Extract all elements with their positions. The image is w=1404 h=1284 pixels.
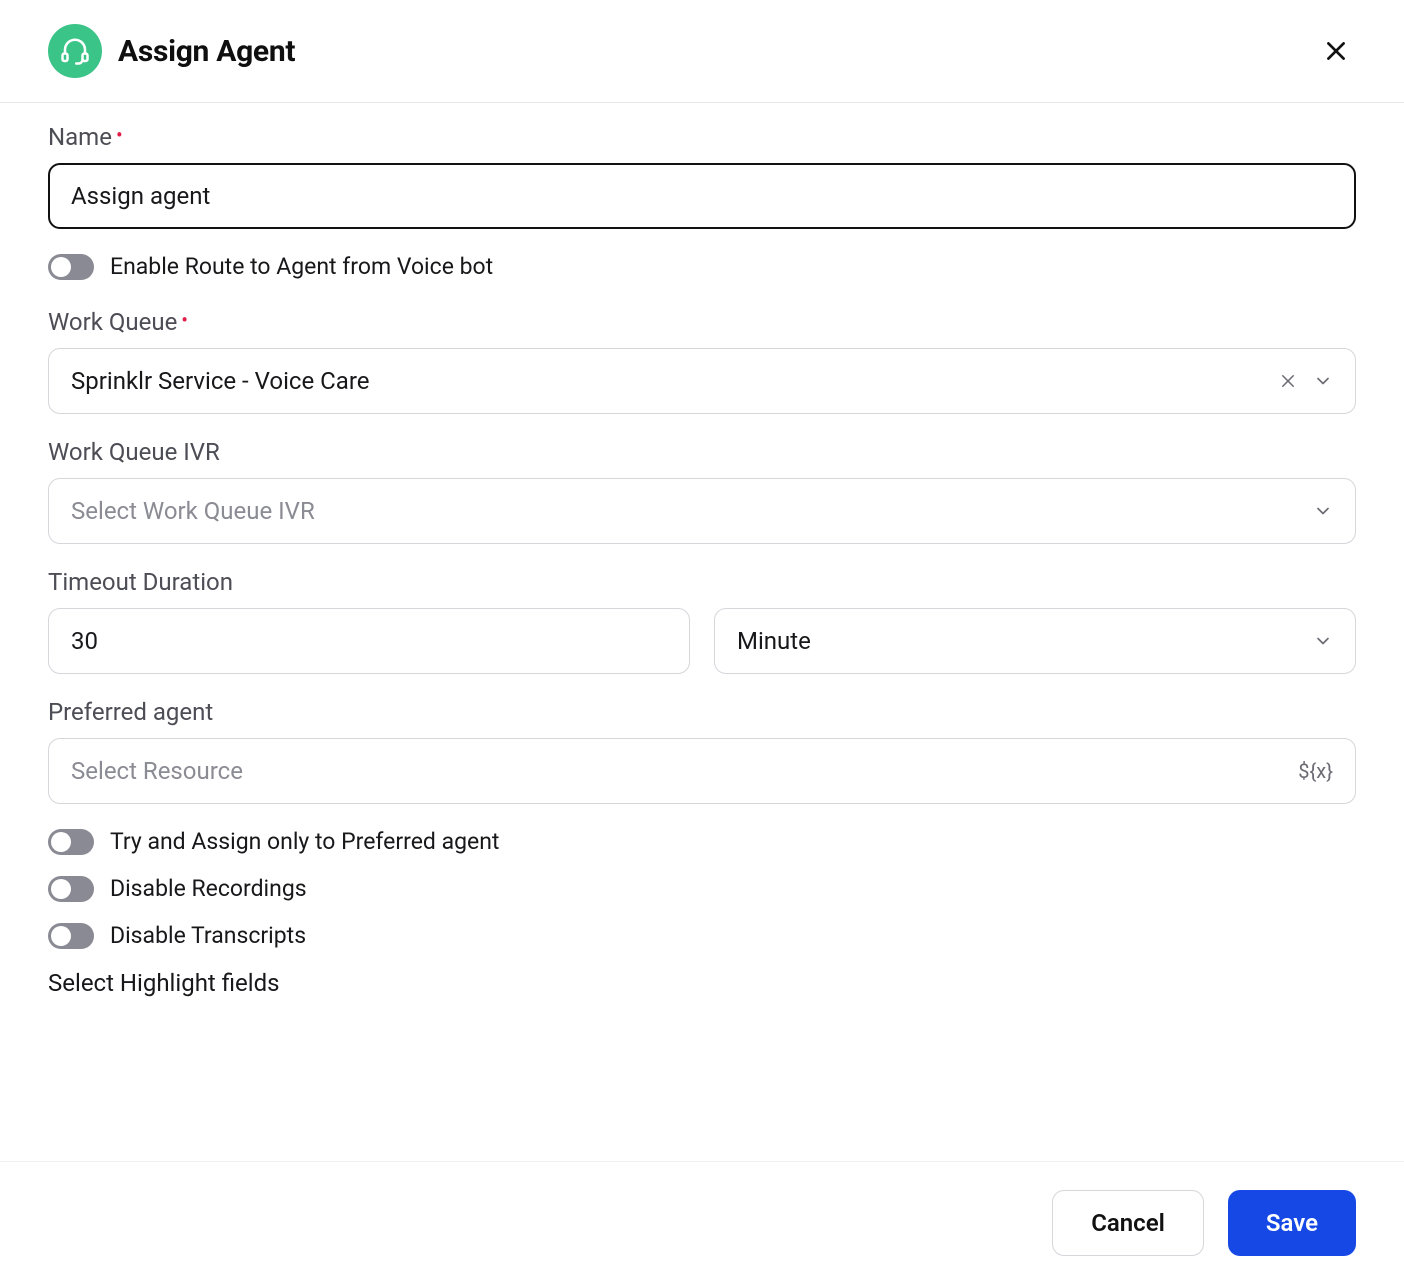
field-work-queue-ivr: Work Queue IVR Select Work Queue IVR xyxy=(48,438,1356,544)
chevron-down-icon[interactable] xyxy=(1313,501,1333,521)
header-left: Assign Agent xyxy=(48,24,295,78)
dialog-title: Assign Agent xyxy=(118,34,295,69)
work-queue-icons xyxy=(1279,371,1333,391)
required-indicator: • xyxy=(181,310,188,330)
field-work-queue: Work Queue • Sprinklr Service - Voice Ca… xyxy=(48,308,1356,414)
work-queue-ivr-placeholder: Select Work Queue IVR xyxy=(71,497,1313,525)
name-label-text: Name xyxy=(48,123,112,151)
name-label: Name • xyxy=(48,123,123,151)
preferred-agent-label: Preferred agent xyxy=(48,698,213,726)
try-assign-toggle[interactable] xyxy=(48,829,94,855)
field-preferred-agent: Preferred agent Select Resource ${x} xyxy=(48,698,1356,804)
work-queue-ivr-select[interactable]: Select Work Queue IVR xyxy=(48,478,1356,544)
timeout-unit-icons xyxy=(1313,631,1333,651)
work-queue-value: Sprinklr Service - Voice Care xyxy=(71,367,1279,395)
variable-hint[interactable]: ${x} xyxy=(1298,759,1333,783)
try-assign-row: Try and Assign only to Preferred agent xyxy=(48,828,1356,855)
form-body: Name • Enable Route to Agent from Voice … xyxy=(0,103,1404,1161)
enable-route-label: Enable Route to Agent from Voice bot xyxy=(110,253,493,280)
preferred-agent-placeholder: Select Resource xyxy=(71,757,1298,785)
headset-icon xyxy=(48,24,102,78)
close-button[interactable] xyxy=(1316,31,1356,71)
clear-icon[interactable] xyxy=(1279,372,1297,390)
cancel-button[interactable]: Cancel xyxy=(1052,1190,1204,1256)
disable-recordings-row: Disable Recordings xyxy=(48,875,1356,902)
disable-recordings-label: Disable Recordings xyxy=(110,875,307,902)
chevron-down-icon[interactable] xyxy=(1313,631,1333,651)
try-assign-label: Try and Assign only to Preferred agent xyxy=(110,828,499,855)
chevron-down-icon[interactable] xyxy=(1313,371,1333,391)
disable-transcripts-toggle[interactable] xyxy=(48,923,94,949)
work-queue-label: Work Queue • xyxy=(48,308,188,336)
highlight-fields-label: Select Highlight fields xyxy=(48,969,280,997)
timeout-unit-select[interactable]: Minute xyxy=(714,608,1356,674)
dialog-footer: Cancel Save xyxy=(0,1161,1404,1284)
preferred-agent-select[interactable]: Select Resource ${x} xyxy=(48,738,1356,804)
disable-transcripts-row: Disable Transcripts xyxy=(48,922,1356,949)
work-queue-label-text: Work Queue xyxy=(48,308,177,336)
enable-route-row: Enable Route to Agent from Voice bot xyxy=(48,253,1356,280)
save-button[interactable]: Save xyxy=(1228,1190,1356,1256)
timeout-value-input[interactable] xyxy=(48,608,690,674)
timeout-row: Minute xyxy=(48,608,1356,674)
field-timeout: Timeout Duration Minute xyxy=(48,568,1356,674)
disable-recordings-toggle[interactable] xyxy=(48,876,94,902)
name-input[interactable] xyxy=(48,163,1356,229)
field-highlight: Select Highlight fields xyxy=(48,969,1356,1009)
disable-transcripts-label: Disable Transcripts xyxy=(110,922,306,949)
timeout-unit-value: Minute xyxy=(737,627,1313,655)
timeout-label: Timeout Duration xyxy=(48,568,233,596)
work-queue-ivr-icons xyxy=(1313,501,1333,521)
dialog-header: Assign Agent xyxy=(0,0,1404,103)
enable-route-toggle[interactable] xyxy=(48,254,94,280)
field-name: Name • xyxy=(48,123,1356,229)
required-indicator: • xyxy=(116,125,123,145)
work-queue-select[interactable]: Sprinklr Service - Voice Care xyxy=(48,348,1356,414)
work-queue-ivr-label: Work Queue IVR xyxy=(48,438,220,466)
